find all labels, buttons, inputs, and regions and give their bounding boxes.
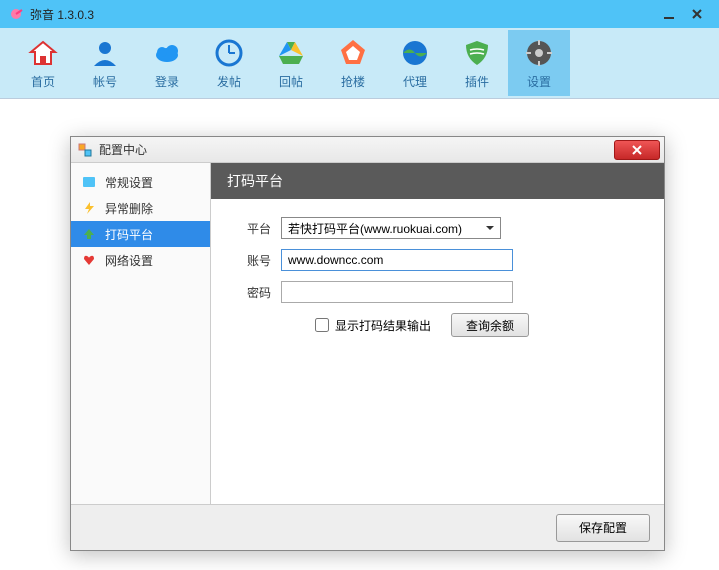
toolbar-grab[interactable]: 抢楼 <box>322 30 384 96</box>
toolbar-label: 登录 <box>155 73 179 90</box>
sidebar-item-captcha[interactable]: 打码平台 <box>71 221 210 247</box>
sidebar-item-label: 网络设置 <box>105 252 153 269</box>
toolbar-label: 插件 <box>465 73 489 90</box>
home-icon <box>27 37 59 69</box>
toolbar-label: 帐号 <box>93 73 117 90</box>
dialog-titlebar: 配置中心 <box>71 137 664 163</box>
sidebar-item-label: 异常删除 <box>105 200 153 217</box>
sidebar-item-label: 常规设置 <box>105 174 153 191</box>
account-label: 账号 <box>235 252 271 269</box>
toolbar-reply[interactable]: 回帖 <box>260 30 322 96</box>
toolbar-account[interactable]: 帐号 <box>74 30 136 96</box>
clock-icon <box>213 37 245 69</box>
sidebar-item-exception[interactable]: 异常删除 <box>71 195 210 221</box>
shield-icon <box>461 37 493 69</box>
minimize-button[interactable] <box>655 3 683 25</box>
toolbar-label: 设置 <box>527 73 551 90</box>
sidebar-item-label: 打码平台 <box>105 226 153 243</box>
user-icon <box>89 37 121 69</box>
toolbar-proxy[interactable]: 代理 <box>384 30 446 96</box>
dialog-sidebar: 常规设置 异常删除 打码平台 网络设置 <box>71 163 211 504</box>
close-button[interactable] <box>683 3 711 25</box>
app-logo-icon <box>8 6 24 22</box>
globe-icon <box>399 37 431 69</box>
toolbar-settings[interactable]: 设置 <box>508 30 570 96</box>
toolbar-login[interactable]: 登录 <box>136 30 198 96</box>
platform-value: 若快打码平台(www.ruokuai.com) <box>288 220 462 237</box>
save-config-button[interactable]: 保存配置 <box>556 514 650 542</box>
password-input[interactable] <box>281 281 513 303</box>
panel-title: 打码平台 <box>211 163 664 199</box>
toolbar-label: 回帖 <box>279 73 303 90</box>
toolbar-label: 代理 <box>403 73 427 90</box>
drive-icon <box>275 37 307 69</box>
dialog-panel: 打码平台 平台 若快打码平台(www.ruokuai.com) 账号 密码 <box>211 163 664 504</box>
platform-label: 平台 <box>235 220 271 237</box>
cloud-icon <box>151 37 183 69</box>
app-titlebar: 弥音 1.3.0.3 <box>0 0 719 28</box>
show-output-label: 显示打码结果输出 <box>335 317 431 334</box>
dialog-close-button[interactable] <box>614 140 660 160</box>
heart-icon <box>81 252 97 268</box>
query-balance-button[interactable]: 查询余额 <box>451 313 529 337</box>
dialog-footer: 保存配置 <box>71 504 664 550</box>
config-dialog: 配置中心 常规设置 异常删除 打码平台 网络设置 打码平台 <box>70 136 665 551</box>
dialog-icon <box>77 142 93 158</box>
toolbar-plugin[interactable]: 插件 <box>446 30 508 96</box>
grab-icon <box>337 37 369 69</box>
settings-icon <box>81 174 97 190</box>
main-toolbar: 首页 帐号 登录 发帖 回帖 抢楼 代理 <box>0 28 719 98</box>
lightning-icon <box>81 200 97 216</box>
toolbar-label: 抢楼 <box>341 73 365 90</box>
sidebar-item-network[interactable]: 网络设置 <box>71 247 210 273</box>
platform-select[interactable]: 若快打码平台(www.ruokuai.com) <box>281 217 501 239</box>
app-title: 弥音 1.3.0.3 <box>30 6 655 23</box>
arrow-up-icon <box>81 226 97 242</box>
sidebar-item-general[interactable]: 常规设置 <box>71 169 210 195</box>
toolbar-label: 首页 <box>31 73 55 90</box>
toolbar-label: 发帖 <box>217 73 241 90</box>
toolbar-post[interactable]: 发帖 <box>198 30 260 96</box>
dialog-title: 配置中心 <box>99 141 614 158</box>
password-label: 密码 <box>235 284 271 301</box>
account-input[interactable] <box>281 249 513 271</box>
gear-icon <box>523 37 555 69</box>
toolbar-home[interactable]: 首页 <box>12 30 74 96</box>
show-output-checkbox[interactable] <box>315 318 329 332</box>
